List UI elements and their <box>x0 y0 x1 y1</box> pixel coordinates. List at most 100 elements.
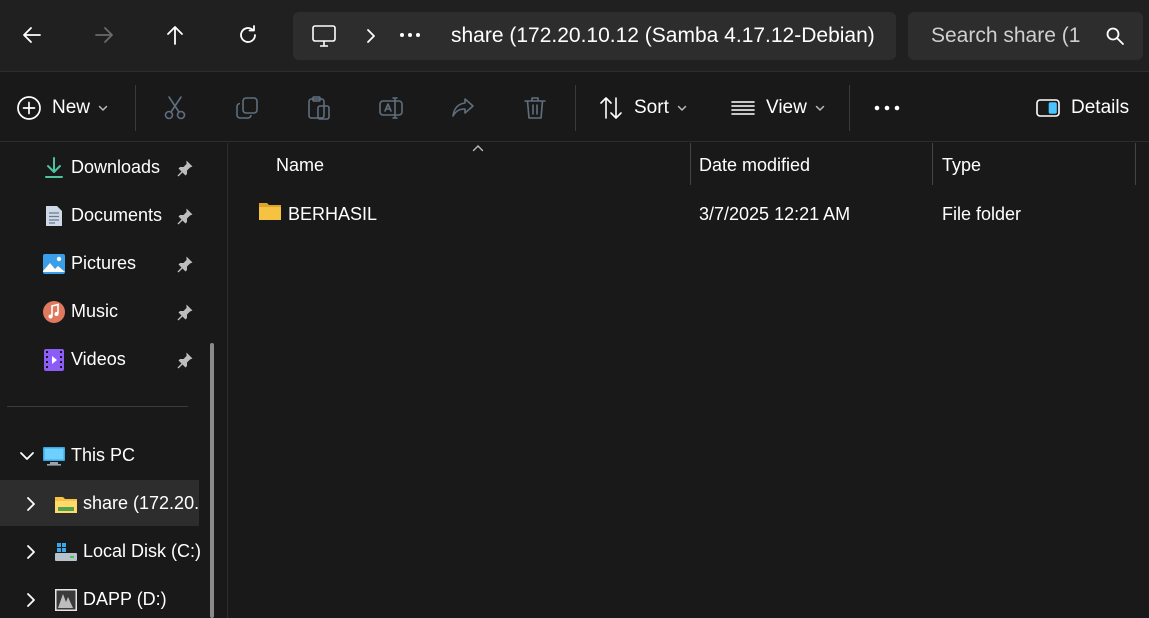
pin-icon[interactable] <box>176 255 194 273</box>
music-icon <box>43 301 65 323</box>
chevron-right-icon[interactable] <box>22 495 40 513</box>
sidebar-item-videos[interactable]: Videos <box>0 336 200 382</box>
sidebar-item-label: Local Disk (C:) <box>83 541 202 561</box>
column-header-date[interactable]: Date modified <box>691 143 932 185</box>
arrow-right-icon <box>95 27 113 43</box>
chevron-down-icon <box>98 105 108 111</box>
command-bar: New Sort View Details <box>0 73 1149 142</box>
sort-label: Sort <box>634 96 669 118</box>
address-toolbar: share (172.20.10.12 (Samba 4.17.12-Debia… <box>0 0 1149 72</box>
sidebar-item-dapp-d[interactable]: DAPP (D:) <box>0 576 200 618</box>
sidebar-item-label: Pictures <box>71 253 137 273</box>
up-button[interactable] <box>158 18 192 52</box>
chevron-right-icon[interactable] <box>363 28 377 44</box>
sidebar-item-this-pc[interactable]: This PC <box>0 432 200 478</box>
monitor-icon <box>43 447 65 466</box>
sidebar-item-label: Videos <box>71 349 126 369</box>
sidebar-item-music[interactable]: Music <box>0 288 200 334</box>
column-header-label: Type <box>942 155 982 175</box>
sidebar-item-label: share (172.20.10.12 (Samba 4.17.12-Debia… <box>83 493 199 513</box>
download-icon <box>45 157 63 178</box>
monitor-icon[interactable] <box>311 24 337 48</box>
rename-button[interactable] <box>378 73 404 142</box>
view-label: View <box>766 96 807 118</box>
drive-icon <box>55 543 77 561</box>
details-pane-button[interactable]: Details <box>1035 73 1129 142</box>
sidebar-item-label: Downloads <box>71 157 161 177</box>
pin-icon[interactable] <box>176 207 194 225</box>
sidebar-item-downloads[interactable]: Downloads <box>0 144 200 190</box>
back-button[interactable] <box>15 18 49 52</box>
more-locations-icon[interactable] <box>399 26 421 44</box>
pin-icon[interactable] <box>176 303 194 321</box>
videos-icon <box>44 349 64 371</box>
divider <box>135 85 136 131</box>
pictures-icon <box>43 254 65 274</box>
chevron-right-icon[interactable] <box>22 591 40 609</box>
search-input[interactable]: Search share (172.20.10.12 (Samba 4.17.1… <box>931 24 1081 48</box>
column-header-label: Date modified <box>699 155 811 175</box>
sidebar-item-pictures[interactable]: Pictures <box>0 240 200 286</box>
view-list-icon <box>731 100 755 115</box>
chevron-down-icon <box>815 105 825 111</box>
column-divider[interactable] <box>1135 143 1136 185</box>
divider <box>849 85 850 131</box>
chevron-right-icon[interactable] <box>22 543 40 561</box>
details-label: Details <box>1071 96 1130 118</box>
arrow-left-icon <box>23 27 41 43</box>
chevron-down-icon[interactable] <box>18 447 36 465</box>
search-box[interactable]: Search share (172.20.10.12 (Samba 4.17.1… <box>908 12 1143 60</box>
refresh-button[interactable] <box>231 18 265 52</box>
file-date: 3/7/2025 12:21 AM <box>699 204 851 224</box>
sort-icon <box>600 96 622 119</box>
see-more-button[interactable] <box>874 73 900 142</box>
document-icon <box>46 206 62 226</box>
details-pane-icon <box>1036 98 1060 117</box>
new-button[interactable]: New <box>16 73 108 142</box>
cut-icon <box>164 95 186 119</box>
network-folder-icon <box>55 497 77 513</box>
trash-icon <box>524 96 546 119</box>
paste-icon <box>308 95 330 120</box>
sidebar-scrollbar[interactable] <box>210 343 214 618</box>
folder-icon <box>259 203 281 220</box>
rename-icon <box>379 96 403 119</box>
forward-button[interactable] <box>87 18 121 52</box>
search-icon[interactable] <box>1105 26 1125 46</box>
refresh-icon <box>240 25 256 43</box>
cut-button[interactable] <box>162 73 188 142</box>
sidebar-item-share[interactable]: share (172.20.10.12 (Samba 4.17.12-Debia… <box>0 480 199 526</box>
paste-button[interactable] <box>306 73 332 142</box>
add-circle-icon <box>17 95 41 120</box>
arrow-up-icon <box>167 26 183 45</box>
new-label: New <box>52 96 91 118</box>
drive-image-icon <box>55 589 77 611</box>
share-icon <box>452 97 474 117</box>
sidebar-item-label: Documents <box>71 205 163 225</box>
sidebar-item-label: Music <box>71 301 119 321</box>
chevron-down-icon <box>677 105 687 111</box>
file-list: Name Date modified Type BERHASIL 3/7/202… <box>229 143 1149 618</box>
pin-icon[interactable] <box>176 159 194 177</box>
file-type: File folder <box>942 204 1022 224</box>
delete-button[interactable] <box>522 73 548 142</box>
share-button[interactable] <box>450 73 476 142</box>
column-header-type[interactable]: Type <box>933 143 1135 185</box>
copy-button[interactable] <box>234 73 260 142</box>
sidebar-item-documents[interactable]: Documents <box>0 192 200 238</box>
sidebar-item-local-disk-c[interactable]: Local Disk (C:) <box>0 528 202 574</box>
column-header-name[interactable]: Name <box>229 143 690 185</box>
divider <box>575 85 576 131</box>
file-row[interactable]: BERHASIL 3/7/2025 12:21 AM File folder <box>229 195 1149 233</box>
view-button[interactable]: View <box>730 73 825 142</box>
copy-icon <box>236 96 258 119</box>
sidebar-divider <box>7 406 188 407</box>
file-name[interactable]: BERHASIL <box>288 204 377 225</box>
sidebar-item-label: This PC <box>71 445 136 465</box>
navigation-pane: Downloads Documents Pictures Music Video… <box>0 143 228 618</box>
address-path[interactable]: share (172.20.10.12 (Samba 4.17.12-Debia… <box>451 24 875 48</box>
address-bar[interactable]: share (172.20.10.12 (Samba 4.17.12-Debia… <box>293 12 896 60</box>
sort-button[interactable]: Sort <box>598 73 687 142</box>
pin-icon[interactable] <box>176 351 194 369</box>
more-options-icon <box>874 105 900 110</box>
